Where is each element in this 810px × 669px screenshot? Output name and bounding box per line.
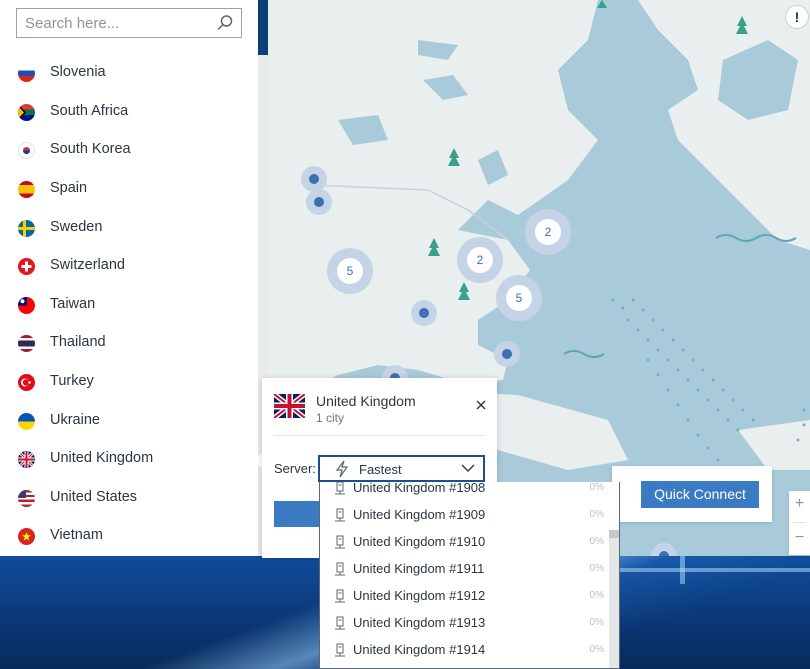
country-label: Switzerland xyxy=(50,257,125,273)
close-icon[interactable] xyxy=(475,399,487,411)
server-name: United Kingdom #1914 xyxy=(353,642,486,657)
server-icon xyxy=(335,589,345,603)
server-icon xyxy=(335,508,345,522)
map-cluster-label: 5 xyxy=(516,291,523,305)
popup-country-name: United Kingdom xyxy=(316,393,416,409)
country-item-united-states[interactable]: United States xyxy=(0,479,258,517)
sweden-flag-icon xyxy=(18,220,35,237)
server-name: United Kingdom #1911 xyxy=(353,561,485,576)
wallpaper-light-beam xyxy=(620,568,810,572)
country-item-ukraine[interactable]: Ukraine xyxy=(0,402,258,440)
zoom-controls: + − xyxy=(789,491,810,555)
server-option[interactable]: United Kingdom #1910 0% xyxy=(320,529,608,556)
switzerland-flag-icon xyxy=(18,258,35,275)
country-item-turkey[interactable]: Turkey xyxy=(0,363,258,401)
country-item-switzerland[interactable]: Switzerland xyxy=(0,247,258,285)
spain-flag-icon xyxy=(18,181,35,198)
server-select[interactable]: Fastest xyxy=(318,455,485,482)
country-item-slovenia[interactable]: Slovenia xyxy=(0,54,258,92)
server-label: Server: xyxy=(274,461,316,476)
info-icon[interactable]: ! xyxy=(785,5,809,29)
search-icon[interactable] xyxy=(216,14,234,32)
country-label: Ukraine xyxy=(50,412,100,428)
country-item-sweden[interactable]: Sweden xyxy=(0,209,258,247)
server-icon xyxy=(335,643,345,657)
ukraine-flag-icon xyxy=(18,413,35,430)
country-label: Sweden xyxy=(50,219,103,235)
united-states-flag-icon xyxy=(18,490,35,507)
server-icon xyxy=(335,482,345,495)
vietnam-flag-icon xyxy=(18,528,35,545)
server-load: 0% xyxy=(589,509,604,520)
server-load: 0% xyxy=(589,536,604,547)
turkey-flag-icon xyxy=(18,374,35,391)
lightning-icon xyxy=(335,460,349,478)
zoom-in-button[interactable]: + xyxy=(789,495,810,513)
country-label: South Korea xyxy=(50,141,131,157)
country-label: Spain xyxy=(50,180,88,196)
quick-connect-button[interactable]: Quick Connect xyxy=(641,481,759,508)
server-dropdown-list[interactable]: United Kingdom #1908 0% United Kingdom #… xyxy=(319,482,620,669)
country-label: South Africa xyxy=(50,103,129,119)
server-icon xyxy=(335,616,345,630)
country-label: Thailand xyxy=(50,334,106,350)
slovenia-flag-icon xyxy=(18,65,35,82)
zoom-divider xyxy=(793,522,806,523)
server-list-scrollbar[interactable] xyxy=(609,530,619,668)
popup-city-count: 1 city xyxy=(316,411,345,425)
server-load: 0% xyxy=(589,644,604,655)
map-cluster-label: 5 xyxy=(347,264,354,278)
chevron-down-icon[interactable] xyxy=(461,463,475,473)
country-item-united-kingdom[interactable]: United Kingdom xyxy=(0,440,258,478)
connect-button[interactable] xyxy=(274,501,320,527)
server-select-value: Fastest xyxy=(359,462,402,477)
server-icon xyxy=(335,535,345,549)
server-name: United Kingdom #1909 xyxy=(353,507,486,522)
server-load: 0% xyxy=(589,482,604,493)
country-label: Slovenia xyxy=(50,64,106,80)
south-korea-flag-icon xyxy=(18,142,35,159)
server-option[interactable]: United Kingdom #1914 0% xyxy=(320,637,608,664)
south-africa-flag-icon xyxy=(18,104,35,121)
country-label: Vietnam xyxy=(50,527,103,543)
country-label: United States xyxy=(50,489,138,505)
server-option[interactable]: United Kingdom #1913 0% xyxy=(320,610,608,637)
united-kingdom-flag-icon xyxy=(274,394,305,418)
country-item-vietnam[interactable]: Vietnam xyxy=(0,517,258,555)
country-label: Taiwan xyxy=(50,296,96,312)
server-name: United Kingdom #1912 xyxy=(353,588,486,603)
zoom-out-button[interactable]: − xyxy=(789,529,810,547)
server-option[interactable]: United Kingdom #1911 0% xyxy=(320,556,608,583)
country-item-thailand[interactable]: Thailand xyxy=(0,324,258,362)
server-option[interactable]: United Kingdom #1909 0% xyxy=(320,502,608,529)
map-cluster-label: 2 xyxy=(477,253,484,267)
server-name: United Kingdom #1908 xyxy=(353,482,486,495)
country-item-south-africa[interactable]: South Africa xyxy=(0,93,258,131)
country-label: Turkey xyxy=(50,373,94,389)
server-list-scroll-thumb[interactable] xyxy=(609,530,619,538)
united-kingdom-flag-icon xyxy=(18,451,35,468)
country-label: United Kingdom xyxy=(50,450,154,466)
search-box[interactable]: Search here... xyxy=(16,8,242,38)
server-name: United Kingdom #1913 xyxy=(353,615,486,630)
taiwan-flag-icon xyxy=(18,297,35,314)
server-option[interactable]: United Kingdom #1912 0% xyxy=(320,583,608,610)
server-option[interactable]: United Kingdom #1908 0% xyxy=(320,482,608,502)
map-cluster-label: 2 xyxy=(545,225,552,239)
thailand-flag-icon xyxy=(18,335,35,352)
popup-divider xyxy=(274,435,485,436)
country-sidebar: Search here... Slovenia South Africa Sou… xyxy=(0,0,258,556)
server-load: 0% xyxy=(589,617,604,628)
server-load: 0% xyxy=(589,590,604,601)
country-item-taiwan[interactable]: Taiwan xyxy=(0,286,258,324)
search-input[interactable]: Search here... xyxy=(25,15,119,32)
server-icon xyxy=(335,562,345,576)
country-item-spain[interactable]: Spain xyxy=(0,170,258,208)
server-load: 0% xyxy=(589,563,604,574)
server-name: United Kingdom #1910 xyxy=(353,534,486,549)
country-item-south-korea[interactable]: South Korea xyxy=(0,131,258,169)
